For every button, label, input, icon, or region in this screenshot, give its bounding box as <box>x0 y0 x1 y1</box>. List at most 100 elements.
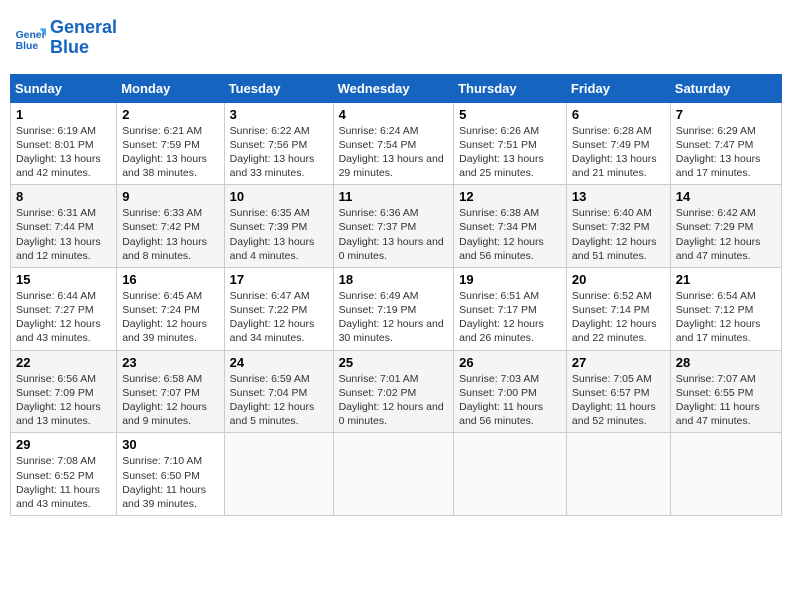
calendar-cell: 4 Sunrise: 6:24 AMSunset: 7:54 PMDaylight… <box>333 102 454 185</box>
day-number: 16 <box>122 272 218 287</box>
calendar-week-row: 29Sunrise: 7:08 AMSunset: 6:52 PMDayligh… <box>11 433 782 516</box>
day-number: 25 <box>339 355 449 370</box>
day-info: Sunrise: 6:45 AMSunset: 7:24 PMDaylight:… <box>122 289 218 346</box>
day-info: Sunrise: 6:28 AMSunset: 7:49 PMDaylight:… <box>572 124 665 181</box>
calendar-cell: 2 Sunrise: 6:21 AMSunset: 7:59 PMDaylight… <box>117 102 224 185</box>
day-number: 2 <box>122 107 218 122</box>
calendar-table: SundayMondayTuesdayWednesdayThursdayFrid… <box>10 74 782 516</box>
day-number: 3 <box>230 107 328 122</box>
day-number: 13 <box>572 189 665 204</box>
calendar-cell <box>454 433 567 516</box>
weekday-header-saturday: Saturday <box>670 74 781 102</box>
day-info: Sunrise: 6:56 AMSunset: 7:09 PMDaylight:… <box>16 372 111 429</box>
calendar-cell: 17Sunrise: 6:47 AMSunset: 7:22 PMDayligh… <box>224 267 333 350</box>
calendar-cell: 9 Sunrise: 6:33 AMSunset: 7:42 PMDaylight… <box>117 185 224 268</box>
calendar-cell: 1 Sunrise: 6:19 AMSunset: 8:01 PMDaylight… <box>11 102 117 185</box>
calendar-cell: 16 Sunrise: 6:45 AMSunset: 7:24 PMDayligh… <box>117 267 224 350</box>
weekday-header-monday: Monday <box>117 74 224 102</box>
weekday-header-friday: Friday <box>566 74 670 102</box>
day-number: 12 <box>459 189 561 204</box>
day-info: Sunrise: 7:03 AMSunset: 7:00 PMDaylight:… <box>459 372 561 429</box>
calendar-cell: 15Sunrise: 6:44 AMSunset: 7:27 PMDayligh… <box>11 267 117 350</box>
day-info: Sunrise: 6:49 AMSunset: 7:19 PMDaylight:… <box>339 289 449 346</box>
calendar-cell: 19 Sunrise: 6:51 AMSunset: 7:17 PMDayligh… <box>454 267 567 350</box>
calendar-week-row: 22Sunrise: 6:56 AMSunset: 7:09 PMDayligh… <box>11 350 782 433</box>
logo: General Blue GeneralBlue <box>14 18 117 58</box>
day-info: Sunrise: 6:58 AMSunset: 7:07 PMDaylight:… <box>122 372 218 429</box>
day-number: 18 <box>339 272 449 287</box>
calendar-cell: 22Sunrise: 6:56 AMSunset: 7:09 PMDayligh… <box>11 350 117 433</box>
calendar-cell: 14Sunrise: 6:42 AMSunset: 7:29 PMDayligh… <box>670 185 781 268</box>
day-info: Sunrise: 7:01 AMSunset: 7:02 PMDaylight:… <box>339 372 449 429</box>
day-info: Sunrise: 7:05 AMSunset: 6:57 PMDaylight:… <box>572 372 665 429</box>
day-number: 9 <box>122 189 218 204</box>
calendar-cell <box>333 433 454 516</box>
day-number: 10 <box>230 189 328 204</box>
day-info: Sunrise: 6:40 AMSunset: 7:32 PMDaylight:… <box>572 206 665 263</box>
day-info: Sunrise: 6:31 AMSunset: 7:44 PMDaylight:… <box>16 206 111 263</box>
calendar-cell: 13 Sunrise: 6:40 AMSunset: 7:32 PMDayligh… <box>566 185 670 268</box>
day-number: 7 <box>676 107 776 122</box>
calendar-week-row: 1 Sunrise: 6:19 AMSunset: 8:01 PMDaylight… <box>11 102 782 185</box>
day-number: 8 <box>16 189 111 204</box>
calendar-cell: 25 Sunrise: 7:01 AMSunset: 7:02 PMDayligh… <box>333 350 454 433</box>
day-info: Sunrise: 6:24 AMSunset: 7:54 PMDaylight:… <box>339 124 449 181</box>
day-info: Sunrise: 6:19 AMSunset: 8:01 PMDaylight:… <box>16 124 111 181</box>
weekday-header-sunday: Sunday <box>11 74 117 102</box>
calendar-cell: 27 Sunrise: 7:05 AMSunset: 6:57 PMDayligh… <box>566 350 670 433</box>
day-number: 19 <box>459 272 561 287</box>
weekday-header-thursday: Thursday <box>454 74 567 102</box>
day-info: Sunrise: 6:42 AMSunset: 7:29 PMDaylight:… <box>676 206 776 263</box>
calendar-cell: 24 Sunrise: 6:59 AMSunset: 7:04 PMDayligh… <box>224 350 333 433</box>
day-info: Sunrise: 6:36 AMSunset: 7:37 PMDaylight:… <box>339 206 449 263</box>
day-number: 28 <box>676 355 776 370</box>
svg-text:General: General <box>16 30 46 41</box>
logo-icon: General Blue <box>14 22 46 54</box>
calendar-cell <box>566 433 670 516</box>
day-number: 11 <box>339 189 449 204</box>
calendar-cell: 20 Sunrise: 6:52 AMSunset: 7:14 PMDayligh… <box>566 267 670 350</box>
weekday-header-row: SundayMondayTuesdayWednesdayThursdayFrid… <box>11 74 782 102</box>
calendar-cell: 29Sunrise: 7:08 AMSunset: 6:52 PMDayligh… <box>11 433 117 516</box>
calendar-cell: 30 Sunrise: 7:10 AMSunset: 6:50 PMDayligh… <box>117 433 224 516</box>
day-number: 15 <box>16 272 111 287</box>
day-number: 27 <box>572 355 665 370</box>
page-header: General Blue GeneralBlue <box>10 10 782 66</box>
calendar-week-row: 15Sunrise: 6:44 AMSunset: 7:27 PMDayligh… <box>11 267 782 350</box>
day-number: 23 <box>122 355 218 370</box>
logo-text: GeneralBlue <box>50 18 117 58</box>
day-number: 30 <box>122 437 218 452</box>
day-number: 6 <box>572 107 665 122</box>
day-info: Sunrise: 7:07 AMSunset: 6:55 PMDaylight:… <box>676 372 776 429</box>
svg-text:Blue: Blue <box>16 41 39 52</box>
day-number: 1 <box>16 107 111 122</box>
calendar-cell: 6 Sunrise: 6:28 AMSunset: 7:49 PMDaylight… <box>566 102 670 185</box>
day-info: Sunrise: 6:59 AMSunset: 7:04 PMDaylight:… <box>230 372 328 429</box>
day-info: Sunrise: 6:33 AMSunset: 7:42 PMDaylight:… <box>122 206 218 263</box>
calendar-cell: 11 Sunrise: 6:36 AMSunset: 7:37 PMDayligh… <box>333 185 454 268</box>
calendar-cell: 10 Sunrise: 6:35 AMSunset: 7:39 PMDayligh… <box>224 185 333 268</box>
day-info: Sunrise: 6:29 AMSunset: 7:47 PMDaylight:… <box>676 124 776 181</box>
day-number: 21 <box>676 272 776 287</box>
day-info: Sunrise: 6:22 AMSunset: 7:56 PMDaylight:… <box>230 124 328 181</box>
day-info: Sunrise: 6:51 AMSunset: 7:17 PMDaylight:… <box>459 289 561 346</box>
day-info: Sunrise: 7:08 AMSunset: 6:52 PMDaylight:… <box>16 454 111 511</box>
calendar-cell: 26 Sunrise: 7:03 AMSunset: 7:00 PMDayligh… <box>454 350 567 433</box>
day-number: 4 <box>339 107 449 122</box>
calendar-cell: 8 Sunrise: 6:31 AMSunset: 7:44 PMDaylight… <box>11 185 117 268</box>
day-info: Sunrise: 7:10 AMSunset: 6:50 PMDaylight:… <box>122 454 218 511</box>
day-info: Sunrise: 6:47 AMSunset: 7:22 PMDaylight:… <box>230 289 328 346</box>
day-number: 5 <box>459 107 561 122</box>
day-number: 24 <box>230 355 328 370</box>
calendar-cell: 18 Sunrise: 6:49 AMSunset: 7:19 PMDayligh… <box>333 267 454 350</box>
day-info: Sunrise: 6:21 AMSunset: 7:59 PMDaylight:… <box>122 124 218 181</box>
calendar-cell: 23 Sunrise: 6:58 AMSunset: 7:07 PMDayligh… <box>117 350 224 433</box>
calendar-cell: 7 Sunrise: 6:29 AMSunset: 7:47 PMDaylight… <box>670 102 781 185</box>
calendar-cell <box>670 433 781 516</box>
calendar-cell: 28 Sunrise: 7:07 AMSunset: 6:55 PMDayligh… <box>670 350 781 433</box>
day-info: Sunrise: 6:52 AMSunset: 7:14 PMDaylight:… <box>572 289 665 346</box>
day-number: 26 <box>459 355 561 370</box>
day-info: Sunrise: 6:35 AMSunset: 7:39 PMDaylight:… <box>230 206 328 263</box>
calendar-cell: 21Sunrise: 6:54 AMSunset: 7:12 PMDayligh… <box>670 267 781 350</box>
day-number: 20 <box>572 272 665 287</box>
